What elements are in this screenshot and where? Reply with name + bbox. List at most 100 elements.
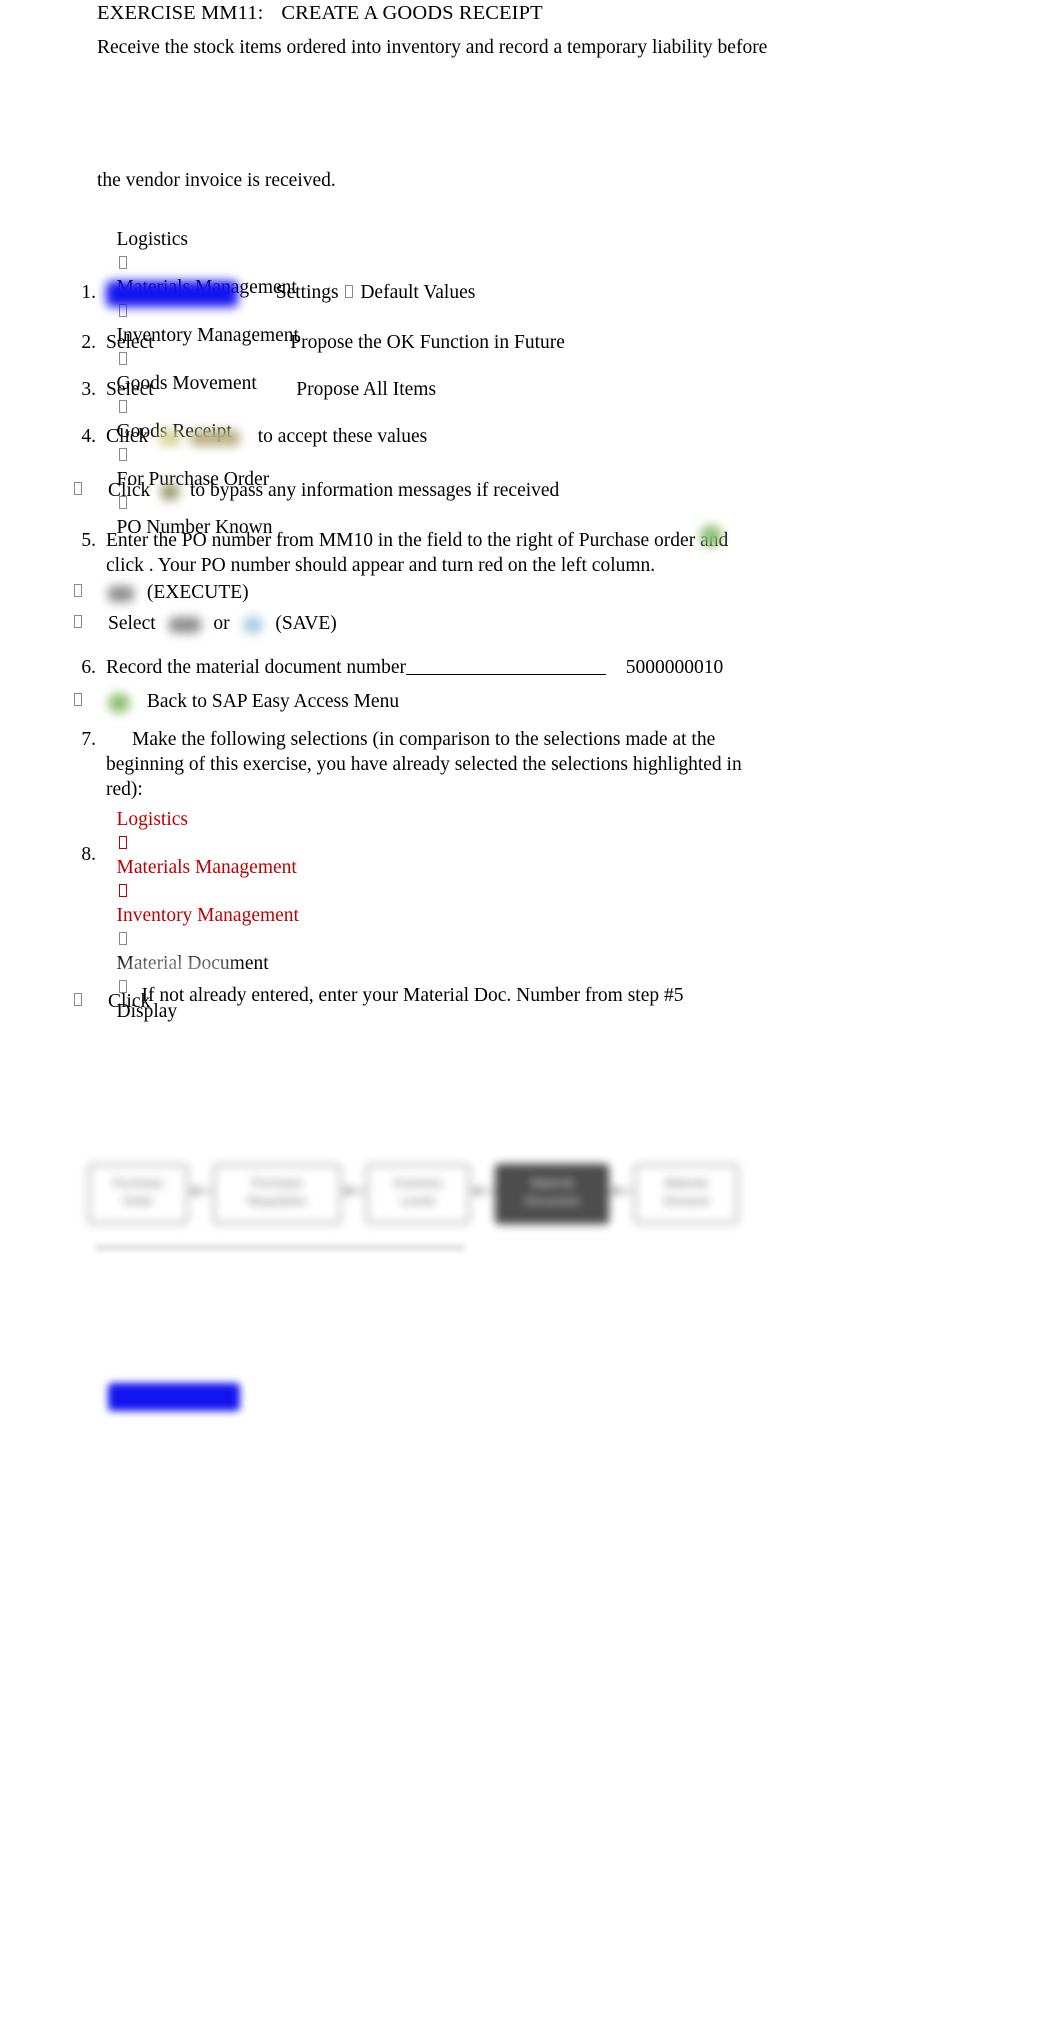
step-3-body: Select Propose All Items	[106, 377, 770, 402]
intro-paragraph-line-2: the vendor invoice is received.	[97, 170, 336, 191]
step-5-body: Enter the PO number from MM10 in the fie…	[106, 528, 750, 578]
page-title: EXERCISE MM11: CREATE A GOODS RECEIPT	[97, 0, 543, 26]
list-item-bullet-bypass: Click to bypass any information messages…	[72, 478, 772, 503]
bullet-execute-body: (EXECUTE)	[108, 580, 772, 605]
list-item-bullet-back: Back to SAP Easy Access Menu	[72, 689, 772, 714]
step-6-document-number: 5000000010	[625, 657, 724, 678]
redacted-enter-icon-left	[159, 429, 182, 446]
step-number-5: 5.	[81, 530, 96, 551]
note-fade-overlay	[118, 958, 238, 978]
menu-path-item-logistics: Logistics	[116, 229, 189, 250]
arrow-right-icon	[118, 836, 127, 849]
bullet-execute-tail-label: (EXECUTE)	[146, 582, 249, 603]
arrow-right-icon	[118, 884, 127, 897]
bullet-save-tail-label: (SAVE)	[275, 613, 337, 634]
flow-node-3: Inventory Levels	[366, 1164, 470, 1224]
menu-path-bottom-item-logistics: Logistics	[116, 809, 189, 830]
bullet-box-icon	[74, 993, 82, 1006]
bullet-save-lead-label: Select	[108, 613, 156, 634]
menu-path-bottom-item-inventory-management: Inventory Management	[116, 905, 299, 926]
step-number-1: 1.	[81, 282, 96, 303]
step-number-6: 6.	[81, 657, 96, 678]
list-item-bullet-click-trailing: Click	[72, 989, 772, 1014]
bullet-bypass-lead-label: Click	[108, 480, 151, 501]
bullet-click-trailing-body: Click	[108, 989, 772, 1014]
flow-node-3-line-1: Inventory	[393, 1176, 443, 1190]
intro-paragraph-line-1: Receive the stock items ordered into inv…	[97, 37, 768, 58]
redacted-save-button-icon	[168, 616, 201, 633]
step-4-body: Click to accept these values	[106, 424, 770, 449]
bullet-box-icon	[74, 584, 82, 597]
step-5-line-2: . Your PO number should appear and turn …	[148, 555, 656, 576]
flow-node-2: Purchase Requisition	[213, 1164, 341, 1224]
step-4-lead-label: Click	[106, 426, 149, 447]
list-item-bullet-execute: (EXECUTE)	[72, 580, 772, 605]
arrow-right-icon	[345, 285, 354, 298]
list-item-bullet-save: Select or (SAVE)	[72, 611, 772, 636]
flow-node-1-line-2: Order	[122, 1194, 154, 1208]
redacted-screenshot-blue-button-bottom	[108, 1383, 240, 1411]
step-6-lead-label: Record the material document number	[106, 657, 406, 678]
flow-arrow-2	[342, 1186, 365, 1196]
bullet-save-body: Select or (SAVE)	[108, 611, 772, 636]
list-item-step-6: 6. Record the material document number 5…	[70, 655, 830, 680]
step-3-tail-label: Propose All Items	[296, 379, 437, 400]
bullet-click-trailing-label: Click	[108, 991, 151, 1012]
flow-node-5: Material Demand	[634, 1164, 738, 1224]
bullet-save-mid-label: or	[213, 613, 230, 634]
step-6-body: Record the material document number 5000…	[106, 655, 830, 680]
bullet-box-icon	[74, 615, 82, 628]
step-1-default-values-label: Default Values	[360, 282, 476, 303]
redacted-enter-button-icon	[190, 429, 240, 446]
flow-arrow-1	[189, 1186, 212, 1196]
step-number-8: 8.	[81, 844, 96, 865]
step-4-tail-label: to accept these values	[257, 426, 428, 447]
step-number-4: 4.	[81, 426, 96, 447]
flow-node-4-line-2: Document	[524, 1194, 580, 1208]
step-2-tail-label: Propose the OK Function in Future	[290, 332, 565, 353]
arrow-right-icon	[118, 256, 127, 269]
list-item-step-5: 5. Enter the PO number from MM10 in the …	[70, 528, 750, 578]
flowchart-underline-bar	[95, 1245, 465, 1250]
list-item-step-1: 1. Settings Default Values	[70, 280, 770, 307]
bullet-box-icon	[74, 482, 82, 495]
bullet-back-tail-label: Back to SAP Easy Access Menu	[146, 691, 400, 712]
step-1-settings-label: Settings	[275, 282, 339, 303]
flow-node-5-line-2: Demand	[663, 1194, 709, 1208]
flow-arrow-3	[471, 1186, 494, 1196]
blank-fill-line	[405, 658, 606, 675]
redacted-checkbox-image-1	[159, 334, 267, 354]
step-1-body: Settings Default Values	[106, 280, 770, 307]
step-number-7: 7.	[81, 729, 96, 750]
arrow-right-icon	[118, 932, 127, 945]
step-3-lead-label: Select	[106, 379, 154, 400]
redacted-execute-icon-right-margin	[700, 525, 722, 547]
menu-path-bottom-item-materials-management: Materials Management	[116, 857, 297, 878]
redacted-checkbox-image-2	[159, 381, 271, 401]
step-number-3: 3.	[81, 379, 96, 400]
step-2-body: Select Propose the OK Function in Future	[106, 330, 770, 355]
flow-arrow-4	[610, 1186, 633, 1196]
list-item-step-3: 3. Select Propose All Items	[70, 377, 770, 402]
bullet-bypass-body: Click to bypass any information messages…	[108, 478, 772, 503]
bullet-bypass-tail-label: to bypass any information messages if re…	[190, 480, 560, 501]
flow-node-2-line-2: Requisition	[247, 1194, 307, 1208]
bullet-back-body: Back to SAP Easy Access Menu	[108, 689, 772, 714]
flow-node-1: Purchase Order	[88, 1164, 188, 1224]
flow-node-2-line-1: Purchase	[251, 1176, 303, 1190]
step-7-line-1: Make the following selections (in compar…	[132, 729, 716, 750]
list-item-step-4: 4. Click to accept these values	[70, 424, 770, 449]
redacted-execute-button-icon	[108, 585, 134, 602]
flow-node-1-line-1: Purchase	[112, 1176, 164, 1190]
redacted-enter-icon	[161, 483, 180, 500]
redacted-save-disk-icon	[242, 615, 263, 634]
title-main: CREATE A GOODS RECEIPT	[281, 2, 543, 24]
step-2-lead-label: Select	[106, 332, 154, 353]
flow-node-4-current: Material Document	[495, 1164, 609, 1224]
redacted-back-icon	[108, 692, 130, 713]
redacted-screenshot-blue-button	[106, 280, 238, 307]
flow-node-4-line-1: Material	[530, 1176, 574, 1190]
title-prefix: EXERCISE MM11:	[97, 2, 264, 24]
flowchart-diagram: Purchase Order Purchase Requisition Inve…	[80, 1160, 740, 1230]
list-item-step-2: 2. Select Propose the OK Function in Fut…	[70, 330, 770, 355]
